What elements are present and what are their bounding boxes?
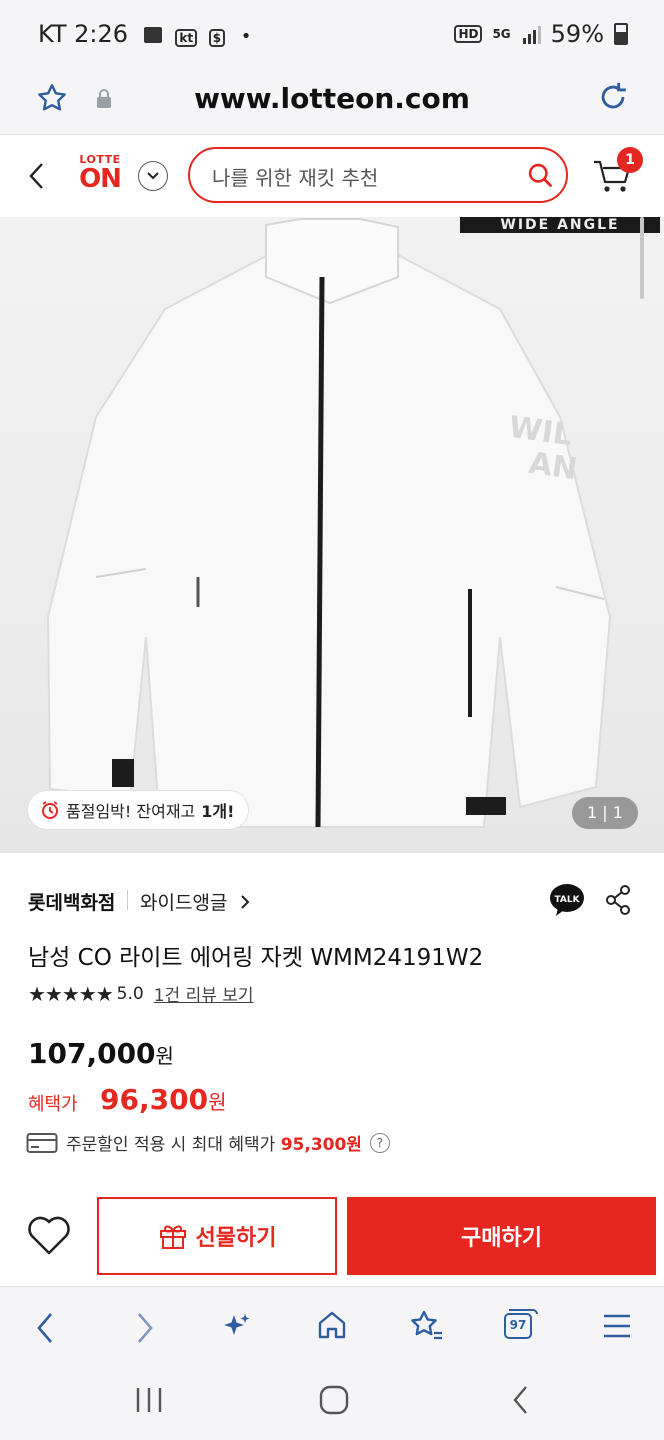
coupon-price: 95,300원 <box>280 1135 362 1155</box>
logo-bottom: ON <box>79 164 122 194</box>
bookmarks-icon[interactable] <box>408 1309 444 1343</box>
hd-icon: HD <box>454 25 483 43</box>
status-dot: • <box>240 26 252 47</box>
gift-icon <box>159 1225 186 1249</box>
search-placeholder: 나를 위한 재킷 추천 <box>212 166 379 190</box>
url-text[interactable]: www.lotteon.com <box>0 82 664 115</box>
network-icon: 5G <box>492 27 511 41</box>
buy-button[interactable]: 구매하기 <box>347 1197 656 1275</box>
stock-count: 1개! <box>201 802 235 821</box>
benefit-price-value: 96,300 <box>100 1083 209 1116</box>
gift-button[interactable]: 선물하기 <box>97 1197 337 1275</box>
search-icon[interactable] <box>526 161 554 189</box>
product-image[interactable]: WIDE ANGLE WIL AN 품절임박! 잔여재고 1개! 1 | 1 <box>0 217 664 853</box>
review-link[interactable]: 1건 리뷰 보기 <box>154 981 254 1006</box>
search-input[interactable]: 나를 위한 재킷 추천 <box>188 147 568 203</box>
stock-alert-pill: 품절임박! 잔여재고 1개! <box>28 791 249 829</box>
svg-text:AN: AN <box>527 446 580 487</box>
logo-dropdown-button[interactable] <box>138 161 168 191</box>
site-header: LOTTE ON 나를 위한 재킷 추천 1 <box>0 135 664 217</box>
wishlist-heart-icon[interactable] <box>26 1216 72 1256</box>
card-icon <box>26 1132 58 1153</box>
address-bar[interactable]: www.lotteon.com <box>0 72 664 135</box>
jacket-illustration: WIL AN <box>46 218 612 828</box>
rating-row: ★★★★★ 5.0 1건 리뷰 보기 <box>28 981 254 1007</box>
system-nav-bar <box>0 1366 664 1440</box>
signal-icon <box>522 26 541 44</box>
coupon-text: 주문할인 적용 시 최대 혜택가 <box>66 1135 281 1155</box>
stock-alert-text: 품절임박! 잔여재고 <box>66 802 196 821</box>
brand-link[interactable]: 와이드앵글 <box>140 888 251 915</box>
store-name[interactable]: 롯데백화점 <box>28 888 115 915</box>
benefit-price-label: 혜택가 <box>28 1094 78 1115</box>
nav-back-icon[interactable] <box>510 1384 532 1416</box>
benefit-price-unit: 원 <box>208 1090 227 1114</box>
alarm-clock-icon <box>42 801 58 819</box>
menu-icon[interactable] <box>602 1313 632 1339</box>
status-bar: KT 2:26 kt $ • HD 5G 59% <box>0 0 664 72</box>
price-unit: 원 <box>155 1044 174 1068</box>
back-chevron-icon[interactable] <box>26 161 48 191</box>
cart-count-badge: 1 <box>617 147 643 173</box>
browser-toolbar: 97 <box>0 1286 664 1367</box>
nav-home-icon[interactable] <box>318 1384 350 1416</box>
recent-apps-icon[interactable] <box>134 1386 164 1414</box>
status-right: HD 5G 59% <box>454 20 628 48</box>
battery-icon <box>614 23 628 45</box>
benefit-price: 96,300원 <box>100 1083 226 1116</box>
gallery-icon <box>143 27 162 43</box>
original-price: 107,000원 <box>28 1037 174 1070</box>
battery-level: 59% <box>550 20 604 48</box>
kt-icon: kt <box>175 29 198 47</box>
rating-stars-icon: ★★★★★ <box>28 981 114 1006</box>
price-value: 107,000 <box>28 1037 156 1070</box>
reload-icon[interactable] <box>596 80 630 114</box>
image-page-indicator: 1 | 1 <box>572 797 638 829</box>
status-time: KT 2:26 kt $ • <box>38 20 252 48</box>
store-brand-divider <box>127 890 128 910</box>
chevron-down-icon <box>147 172 159 180</box>
coupon-benefit-row: 주문할인 적용 시 최대 혜택가 95,300원 ? <box>26 1130 390 1155</box>
browser-forward-icon[interactable] <box>134 1311 156 1345</box>
chevron-right-icon <box>241 895 250 909</box>
svg-text:TALK: TALK <box>554 895 580 905</box>
help-icon[interactable]: ? <box>369 1132 390 1153</box>
lotteon-logo[interactable]: LOTTE ON <box>72 153 128 192</box>
gift-label: 선물하기 <box>195 1226 277 1251</box>
rating-value: 5.0 <box>116 983 144 1004</box>
tabs-stack-icon <box>509 1309 538 1314</box>
pay-icon: $ <box>208 29 226 47</box>
kakao-talk-icon[interactable]: TALK <box>548 882 586 918</box>
home-icon[interactable] <box>316 1309 348 1341</box>
brand-name: 와이드앵글 <box>140 892 228 914</box>
tab-count: 97 <box>504 1313 532 1339</box>
tabs-button[interactable]: 97 <box>504 1309 538 1339</box>
ai-sparkle-icon[interactable] <box>222 1311 252 1341</box>
browser-back-icon[interactable] <box>34 1311 56 1345</box>
share-icon[interactable] <box>604 884 632 916</box>
product-title: 남성 CO 라이트 에어링 자켓 WMM24191W2 <box>28 945 484 971</box>
